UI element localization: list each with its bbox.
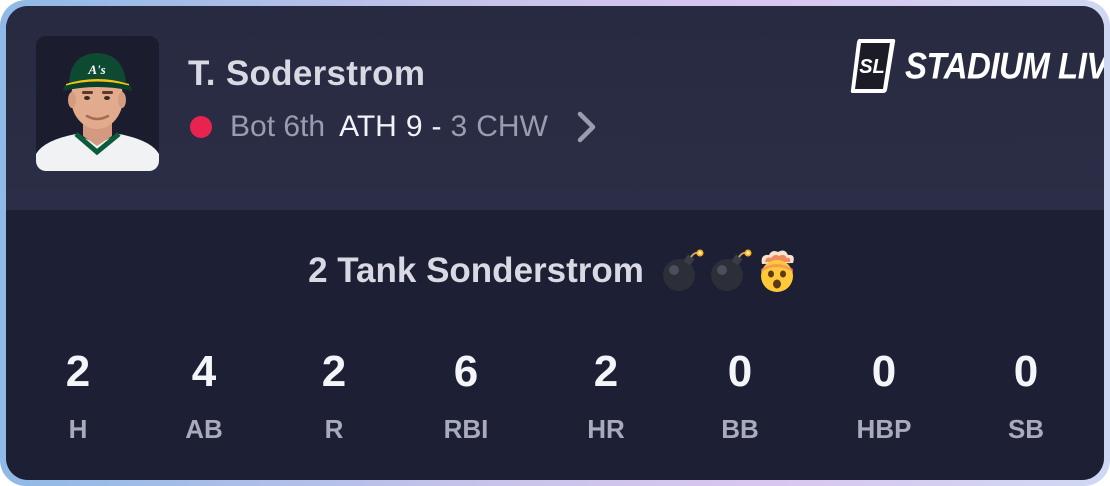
stat-value: 6 xyxy=(453,347,479,396)
card-frame: A's T. Soderstrom Bot 6th ATH 9 - 3 CHW xyxy=(0,0,1110,486)
player-stat-card[interactable]: A's T. Soderstrom Bot 6th ATH 9 - 3 CHW xyxy=(6,6,1104,480)
stat-label: BB xyxy=(721,414,759,444)
stat-ab: 4 AB xyxy=(154,346,254,444)
stat-value: 2 xyxy=(65,347,91,396)
card-header: A's T. Soderstrom Bot 6th ATH 9 - 3 CHW xyxy=(6,6,1104,210)
stat-h: 2H xyxy=(28,346,128,444)
home-team-score: 9 xyxy=(405,110,423,143)
stat-label: H xyxy=(68,414,88,444)
logo-mark-letters: SL xyxy=(859,56,885,78)
stat-value: 2 xyxy=(321,347,347,396)
stat-label: SB xyxy=(1007,414,1045,444)
stat-value: 2 xyxy=(593,347,619,396)
game-score-link[interactable]: Bot 6th ATH 9 - 3 CHW xyxy=(188,107,600,147)
stat-value: 0 xyxy=(727,347,753,396)
logo-wordmark: STADIUM LIVE xyxy=(905,44,1104,87)
stat-label: R xyxy=(324,414,344,444)
inning-status: Bot 6th xyxy=(230,110,326,143)
bomb-icon xyxy=(710,249,752,291)
stat-label: RBI xyxy=(443,414,489,444)
headline-text: 2 Tank Sonderstrom xyxy=(308,251,644,290)
home-team-abbr: ATH xyxy=(339,110,397,143)
chevron-right-icon[interactable] xyxy=(574,108,600,146)
stat-label: HBP xyxy=(856,414,912,444)
stat-bb: 0 BB xyxy=(690,346,790,444)
headline-emojis xyxy=(658,248,802,294)
stat-value: 4 xyxy=(191,347,217,396)
highlight-headline: 2 Tank Sonderstrom xyxy=(6,248,1104,294)
svg-text:A's: A's xyxy=(87,62,105,77)
stat-row: 2 H 4 AB 2 R 6 RBI 2 HR 0 BB 0 HBP 0 SB xyxy=(6,346,1104,456)
stat-hbp: 0 HBP xyxy=(834,346,934,444)
exploding-head-icon xyxy=(760,250,794,292)
away-team-score: 3 xyxy=(450,110,468,143)
live-indicator-dot xyxy=(190,116,212,138)
stat-value: 0 xyxy=(871,347,897,396)
player-name[interactable]: T. Soderstrom xyxy=(188,54,425,94)
player-headshot-image: A's xyxy=(36,36,159,171)
stat-hr: 2 HR xyxy=(556,346,656,444)
stat-r: 2R xyxy=(284,346,384,444)
stat-label: HR xyxy=(587,414,625,444)
stadium-live-logo[interactable]: SL STADIUM LIVE xyxy=(849,36,1104,96)
bomb-icon xyxy=(662,249,704,291)
stat-sb: 0 SB xyxy=(976,346,1076,444)
player-avatar: A's xyxy=(36,36,159,171)
away-team-abbr: CHW xyxy=(476,110,548,143)
stadium-live-logo-mark: SL xyxy=(850,39,896,93)
stat-label: AB xyxy=(185,414,223,444)
score-separator: - xyxy=(431,110,442,143)
stat-rbi: 6 RBI xyxy=(416,346,516,444)
stat-value: 0 xyxy=(1013,347,1039,396)
